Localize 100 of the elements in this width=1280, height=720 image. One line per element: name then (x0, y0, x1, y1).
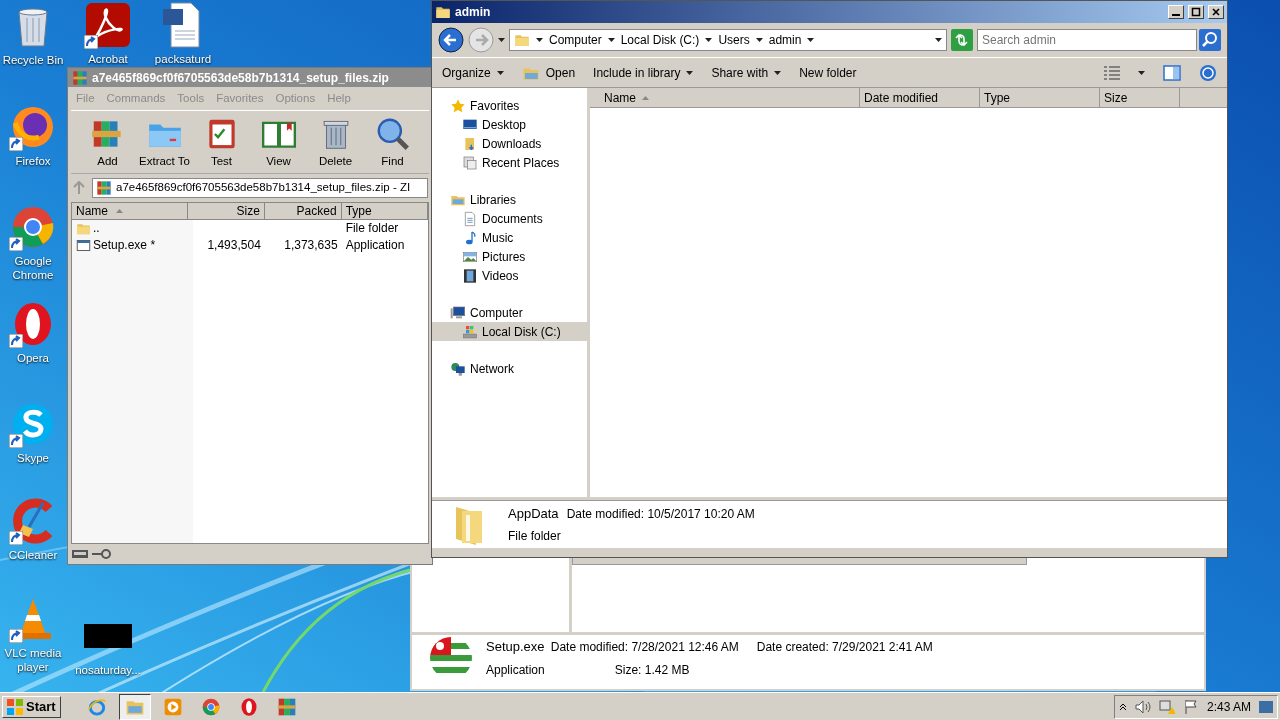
nav-item[interactable]: Desktop (432, 115, 587, 134)
nav-item[interactable]: Favorites (432, 96, 587, 115)
recent-icon (462, 154, 478, 171)
caret-icon (607, 38, 615, 42)
star-icon (450, 97, 466, 114)
caret-icon (755, 38, 763, 42)
caret-icon (498, 38, 505, 42)
caret-icon (935, 38, 942, 42)
folder-icon (514, 32, 530, 48)
minimize-button[interactable] (1168, 5, 1184, 19)
file-name[interactable]: .. (93, 219, 100, 237)
file-size: Size: 1.42 MB (613, 661, 691, 679)
nav-item[interactable]: Network (432, 359, 587, 378)
preview-pane-icon[interactable] (1163, 64, 1181, 81)
column-header[interactable]: Name (72, 202, 188, 220)
file-size: 1,493,504 (207, 237, 261, 254)
minimize-icon (1171, 14, 1181, 16)
icon-label[interactable]: Firefox (15, 155, 51, 169)
maximize-icon (1191, 7, 1201, 17)
caret-icon (807, 38, 815, 42)
caret-icon (686, 70, 694, 75)
caret-icon (774, 70, 782, 75)
date-created: Date created: 7/29/2021 2:41 AM (756, 639, 933, 657)
books-icon (276, 696, 297, 717)
computer-icon (450, 304, 466, 321)
start-button[interactable]: Start (2, 695, 61, 718)
nav-item[interactable]: Videos (432, 266, 587, 285)
toolbar-button[interactable]: Add (79, 115, 136, 171)
nav-item[interactable]: Pictures (432, 247, 587, 266)
close-icon (1211, 7, 1221, 17)
maximize-button[interactable] (1188, 5, 1204, 19)
breadcrumb-link[interactable]: Users (718, 31, 750, 49)
column-header[interactable]: Size (1100, 88, 1180, 107)
books-icon (96, 179, 112, 196)
toolbar-button[interactable]: Include in library (593, 63, 694, 82)
taskbar-button[interactable] (118, 693, 151, 720)
file-name: Setup.exe (486, 638, 545, 657)
back-button[interactable] (438, 27, 464, 53)
show-desktop-icon[interactable] (1259, 700, 1273, 713)
browser-icon (86, 696, 107, 717)
key-icon (92, 549, 112, 559)
help-icon[interactable] (1199, 63, 1217, 82)
nav-item[interactable]: Computer (432, 303, 587, 322)
close-button[interactable] (1208, 5, 1224, 19)
toolbar-button[interactable]: Find (364, 115, 421, 171)
nav-item[interactable]: Recent Places (432, 153, 587, 172)
toolbar-button[interactable]: Test (193, 115, 250, 171)
date-modified: Date modified: 10/5/2017 10:20 AM (566, 505, 755, 523)
search-button[interactable] (1199, 29, 1221, 51)
toolbar-button[interactable]: Delete (307, 115, 364, 171)
books-icon (72, 69, 88, 86)
nav-item[interactable]: Documents (432, 209, 587, 228)
icon-label[interactable]: Acrobat (88, 53, 128, 67)
column-header[interactable]: Name (590, 88, 860, 107)
network-icon[interactable] (1158, 698, 1175, 715)
nav-item[interactable]: Downloads (432, 134, 587, 153)
search-field[interactable]: Search admin (977, 29, 1197, 51)
breadcrumb-link[interactable]: Local Disk (C:) (620, 31, 700, 49)
folder-icon (435, 4, 451, 20)
caret-icon (536, 38, 543, 42)
nav-item[interactable]: Music (432, 228, 587, 247)
date-modified: Date modified: 7/28/2021 12:46 AM (550, 639, 740, 657)
column-header[interactable]: Type (980, 88, 1100, 107)
toolbar-button[interactable]: Open (521, 63, 576, 82)
flag-icon[interactable] (1182, 698, 1199, 715)
packed-size: 1,373,635 (284, 237, 338, 254)
nav-item[interactable]: Libraries (432, 190, 587, 209)
refresh-button[interactable] (951, 29, 973, 51)
document-icon (462, 210, 478, 227)
file-type: File folder (508, 528, 561, 546)
drive-icon (72, 550, 88, 558)
file-type: Application (486, 661, 545, 679)
toolbar-button[interactable]: View (250, 115, 307, 171)
speaker-icon[interactable] (1134, 699, 1151, 714)
film-icon (462, 267, 478, 284)
view-options-icon[interactable] (1104, 65, 1120, 80)
column-header[interactable]: Type (341, 202, 428, 220)
browser-icon (200, 696, 221, 717)
toolbar-button[interactable]: Extract To (136, 115, 193, 171)
icon-label[interactable]: packsaturd (154, 53, 212, 67)
address-field[interactable]: a7e465f869cf0f6705563de58b7b1314_setup_files.zip - ZI (92, 177, 428, 198)
network-icon (450, 360, 466, 377)
chevron-up-icon[interactable] (1118, 702, 1127, 711)
toolbar-button[interactable]: Organize (442, 63, 504, 82)
column-header[interactable]: Date modified (860, 88, 980, 107)
caret-icon (1138, 70, 1145, 75)
icon-label[interactable]: Recycle Bin (2, 54, 64, 68)
app-icon (84, 1, 132, 49)
toolbar-button[interactable]: Share with (711, 63, 782, 82)
window-title: admin (455, 4, 492, 21)
file-type: File folder (345, 220, 399, 237)
column-header[interactable]: Size (188, 202, 265, 220)
toolbar-button[interactable]: New folder (799, 63, 857, 82)
breadcrumb-link[interactable]: admin (768, 31, 802, 49)
file-type: Application (345, 237, 405, 254)
breadcrumb-link[interactable]: Computer (549, 31, 602, 49)
icon-label[interactable]: Google Chrome (0, 255, 66, 283)
nav-item[interactable]: Local Disk (C:) (432, 322, 587, 341)
column-header[interactable]: Packed (264, 202, 342, 220)
file-name[interactable]: Setup.exe * (93, 236, 156, 254)
